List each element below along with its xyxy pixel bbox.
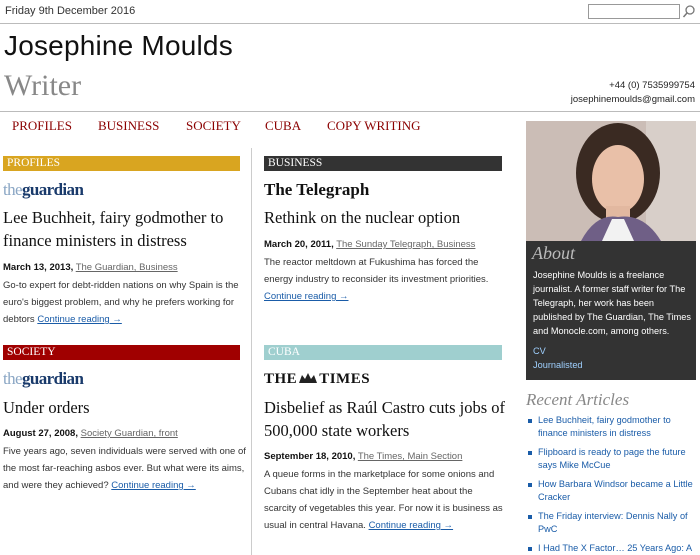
recent-article-link[interactable]: Lee Buchheit, fairy godmother to finance… [538,415,671,438]
article-date: March 13, 2013, [3,262,74,273]
article-excerpt: A queue forms in the marketplace for som… [264,466,504,534]
article-date: August 27, 2008, [3,428,78,439]
recent-articles-list: Lee Buchheit, fairy godmother to finance… [526,414,698,555]
continue-reading-link[interactable]: Continue reading → [369,520,454,531]
email-address: josephinemoulds@gmail.com [570,94,695,105]
logo-guardian-name: guardian [21,180,84,199]
middle-column: BUSINESS The Telegraph Rethink on the nu… [253,148,519,555]
continue-reading-link[interactable]: Continue reading → [37,314,122,325]
continue-reading-link[interactable]: Continue reading → [111,480,196,491]
times-logo: THE TIMES [264,371,370,388]
logo-the: the [3,180,23,199]
article-headline[interactable]: Rethink on the nuclear option [264,206,514,229]
author-photo [526,121,696,241]
recent-articles-title: Recent Articles [526,390,630,409]
section-band-cuba[interactable]: CUBA [264,345,502,360]
header-divider [0,111,700,112]
logo-guardian-name: guardian [21,369,84,388]
about-text: Josephine Moulds is a freelance journali… [533,270,691,336]
recent-article-link[interactable]: I Had The X Factor… 25 Years Ago: A Wond… [538,543,695,555]
about-title: About [532,243,575,263]
site-subtitle: Writer [4,69,82,102]
section-band-profiles[interactable]: PROFILES [3,156,240,171]
list-item[interactable]: How Barbara Windsor became a Little Crac… [526,478,698,504]
logo-the: the [3,369,23,388]
article-headline[interactable]: Disbelief as Raúl Castro cuts jobs of 50… [264,396,514,442]
article-source[interactable]: The Times, Main Section [358,451,463,462]
times-logo-left: THE [264,371,298,387]
nav-item-copy-writing[interactable]: COPY WRITING [327,118,421,134]
article-excerpt: Five years ago, seven individuals were s… [3,443,248,494]
guardian-logo: theguardian [3,180,84,200]
article-source[interactable]: The Sunday Telegraph, Business [336,239,475,250]
article-source[interactable]: Society Guardian, front [81,428,178,439]
journalisted-link[interactable]: Journalisted [533,360,583,370]
search-input[interactable] [588,4,680,19]
nav-item-business[interactable]: BUSINESS [98,118,159,134]
search-icon[interactable] [682,4,696,19]
guardian-logo: theguardian [3,369,84,389]
continue-reading-link[interactable]: Continue reading → [264,291,349,302]
times-logo-right: TIMES [319,371,371,387]
article-excerpt: The reactor meltdown at Fukushima has fo… [264,254,509,305]
portrait-image [526,121,696,241]
article-meta: March 20, 2011, The Sunday Telegraph, Bu… [264,239,475,250]
list-item[interactable]: Lee Buchheit, fairy godmother to finance… [526,414,698,440]
section-band-society[interactable]: SOCIETY [3,345,240,360]
list-item[interactable]: The Friday interview: Dennis Nally of Pw… [526,510,698,536]
nav-item-society[interactable]: SOCIETY [186,118,241,134]
article-headline[interactable]: Lee Buchheit, fairy godmother to finance… [3,206,248,252]
recent-article-link[interactable]: The Friday interview: Dennis Nally of Pw… [538,511,688,534]
article-meta: September 18, 2010, The Times, Main Sect… [264,451,462,462]
article-excerpt: Go-to expert for debt-ridden nations on … [3,277,248,328]
left-column: PROFILES theguardian Lee Buchheit, fairy… [0,148,252,555]
article-date: September 18, 2010, [264,451,356,462]
recent-article-link[interactable]: Flipboard is ready to page the future sa… [538,447,686,470]
article-source[interactable]: The Guardian, Business [76,262,178,273]
contact-info: +44 (0) 7535999754 josephinemoulds@gmail… [571,79,695,107]
article-headline[interactable]: Under orders [3,396,248,419]
article-date: March 20, 2011, [264,239,334,250]
phone-number: +44 (0) 7535999754 [609,80,695,91]
about-box: About Josephine Moulds is a freelance jo… [526,241,696,380]
current-date: Friday 9th December 2016 [5,5,136,17]
recent-article-link[interactable]: How Barbara Windsor became a Little Crac… [538,479,693,502]
telegraph-logo: The Telegraph [264,180,370,199]
article-meta: March 13, 2013, The Guardian, Business [3,262,178,273]
crest-icon [299,373,318,383]
article-meta: August 27, 2008, Society Guardian, front [3,428,178,439]
list-item[interactable]: Flipboard is ready to page the future sa… [526,446,698,472]
list-item[interactable]: I Had The X Factor… 25 Years Ago: A Wond… [526,542,698,555]
top-bar: Friday 9th December 2016 [0,0,700,24]
nav-item-profiles[interactable]: PROFILES [12,118,72,134]
site-title[interactable]: Josephine Moulds [4,30,233,62]
nav-item-cuba[interactable]: CUBA [265,118,301,134]
excerpt-text: The reactor meltdown at Fukushima has fo… [264,257,489,285]
cv-link[interactable]: CV [533,346,546,356]
section-band-business[interactable]: BUSINESS [264,156,502,171]
